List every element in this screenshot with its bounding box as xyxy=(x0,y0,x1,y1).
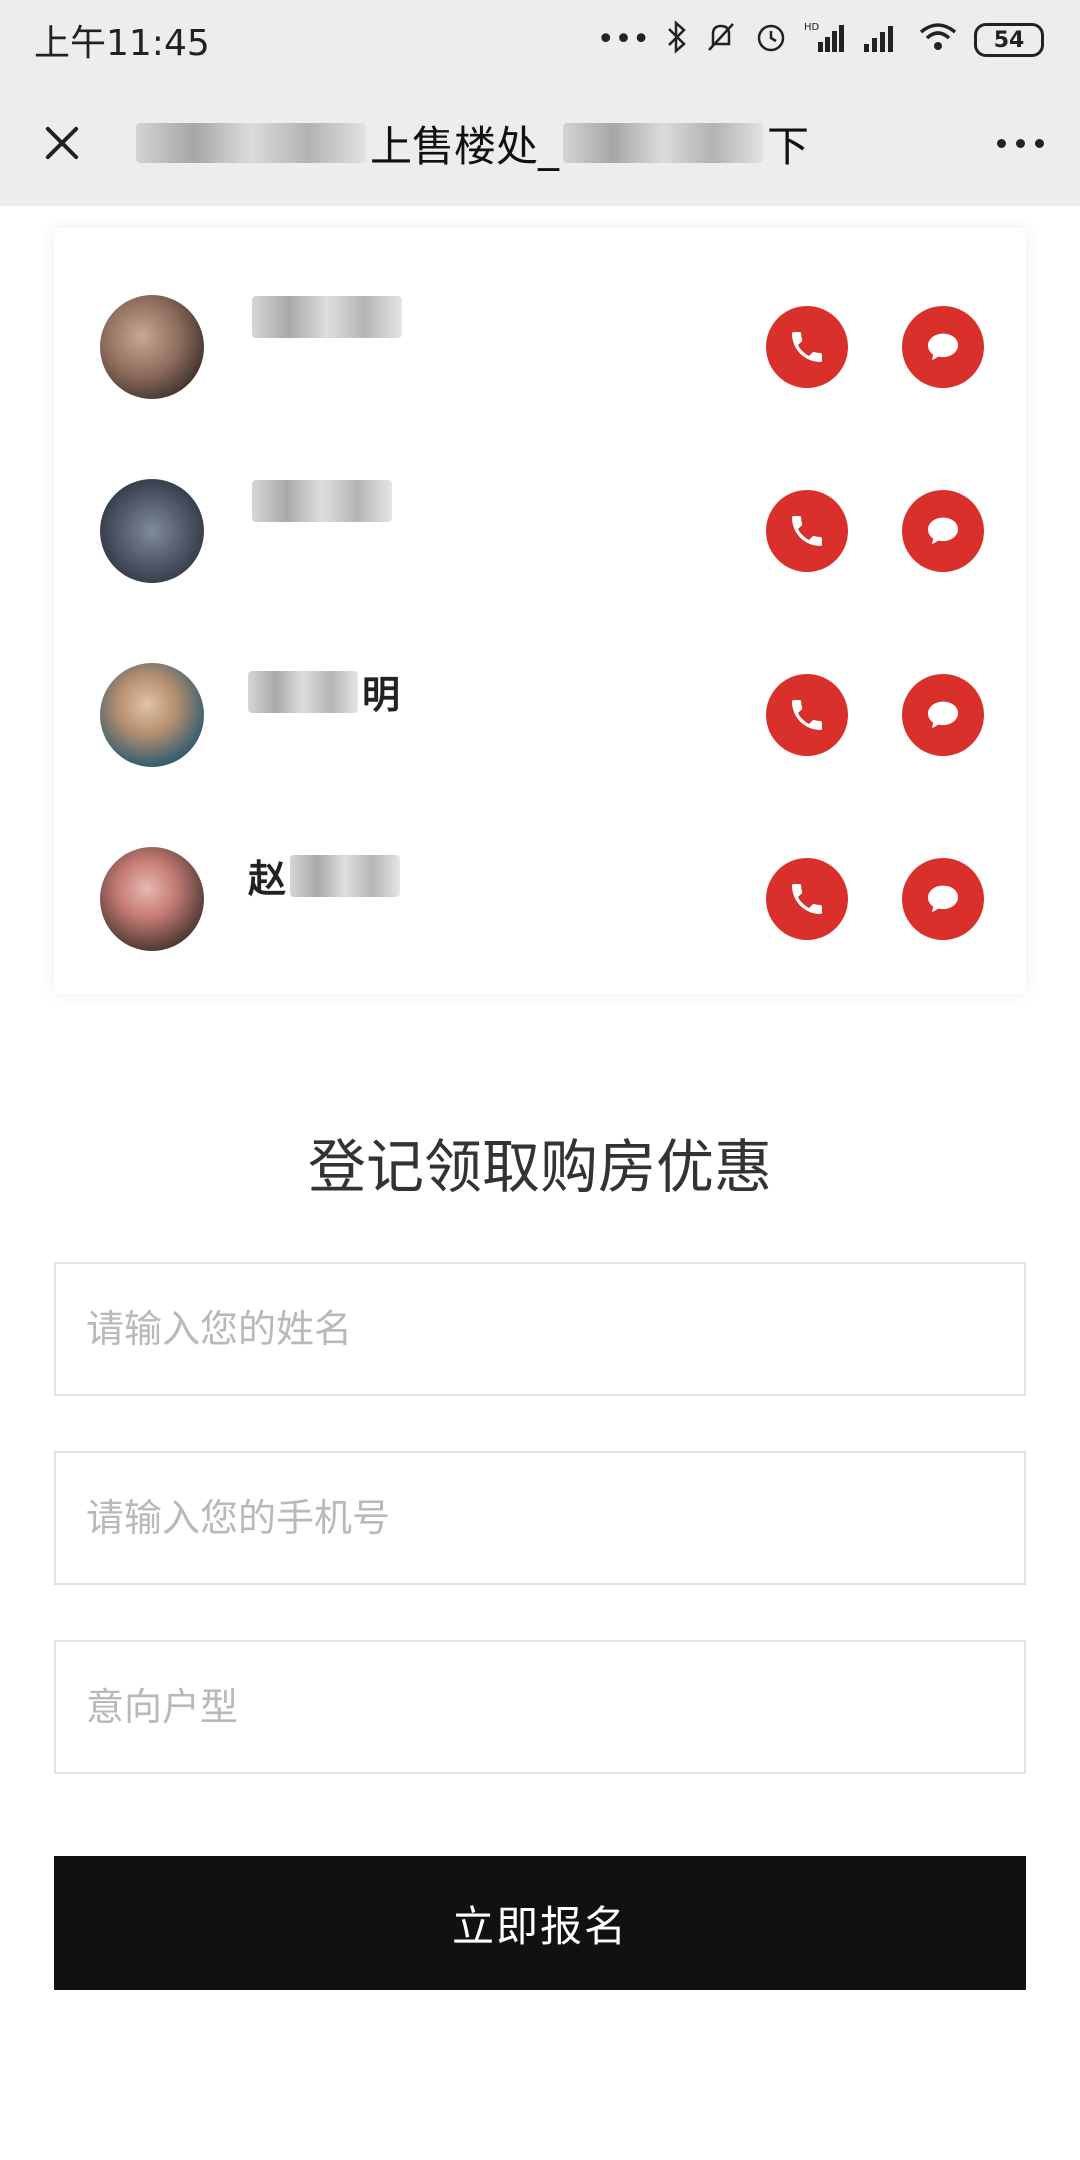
status-bar: 上午11:45 ••• HD 54 xyxy=(0,0,1080,80)
message-button[interactable] xyxy=(902,306,984,388)
agents-card: 明 赵 xyxy=(54,228,1026,994)
agent-avatar xyxy=(100,847,204,951)
message-button[interactable] xyxy=(902,858,984,940)
signal-icon xyxy=(862,20,902,60)
name-input[interactable] xyxy=(54,1262,1026,1396)
more-options-icon[interactable] xyxy=(997,138,1044,148)
agent-row xyxy=(54,272,1026,422)
chat-bubble-icon xyxy=(928,701,958,729)
battery-icon: 54 xyxy=(974,23,1044,57)
status-icons: ••• HD 54 xyxy=(597,20,1044,60)
redacted-text xyxy=(136,123,366,163)
status-time: 上午11:45 xyxy=(34,23,210,64)
agent-row: 明 xyxy=(54,640,1026,790)
wifi-icon xyxy=(918,20,958,60)
submit-button[interactable]: 立即报名 xyxy=(54,1856,1026,1990)
redacted-text xyxy=(563,123,764,163)
agent-name: 明 xyxy=(248,664,400,719)
call-button[interactable] xyxy=(766,490,848,572)
phone-icon xyxy=(792,332,822,362)
more-dots-icon: ••• xyxy=(596,22,650,57)
chat-bubble-icon xyxy=(928,885,958,913)
phone-icon xyxy=(792,700,822,730)
hd-signal-icon: HD xyxy=(804,20,846,60)
agent-row xyxy=(54,456,1026,606)
bluetooth-icon xyxy=(666,20,688,60)
call-button[interactable] xyxy=(766,306,848,388)
page-title: 上售楼处_ 下 xyxy=(136,113,997,174)
mute-icon xyxy=(704,20,738,60)
agent-avatar xyxy=(100,663,204,767)
chat-bubble-icon xyxy=(928,333,958,361)
unit-type-input[interactable] xyxy=(54,1640,1026,1774)
agent-name xyxy=(248,480,392,522)
message-button[interactable] xyxy=(902,674,984,756)
alarm-icon xyxy=(754,20,788,60)
phone-input[interactable] xyxy=(54,1451,1026,1585)
call-button[interactable] xyxy=(766,858,848,940)
chat-bubble-icon xyxy=(928,517,958,545)
agent-row: 赵 xyxy=(54,824,1026,974)
call-button[interactable] xyxy=(766,674,848,756)
agent-name: 赵 xyxy=(248,848,401,903)
svg-text:HD: HD xyxy=(804,22,820,33)
title-bar: 上售楼处_ 下 xyxy=(0,80,1080,206)
message-button[interactable] xyxy=(902,490,984,572)
agent-avatar xyxy=(100,479,204,583)
agent-avatar xyxy=(100,295,204,399)
form-title: 登记领取购房优惠 xyxy=(307,1133,772,1201)
phone-icon xyxy=(792,516,822,546)
page-title-part-2: 下 xyxy=(767,121,810,171)
agent-name xyxy=(248,296,402,338)
phone-icon xyxy=(792,884,822,914)
page-title-part-1: 上售楼处_ xyxy=(370,121,560,171)
close-icon[interactable] xyxy=(36,118,86,168)
